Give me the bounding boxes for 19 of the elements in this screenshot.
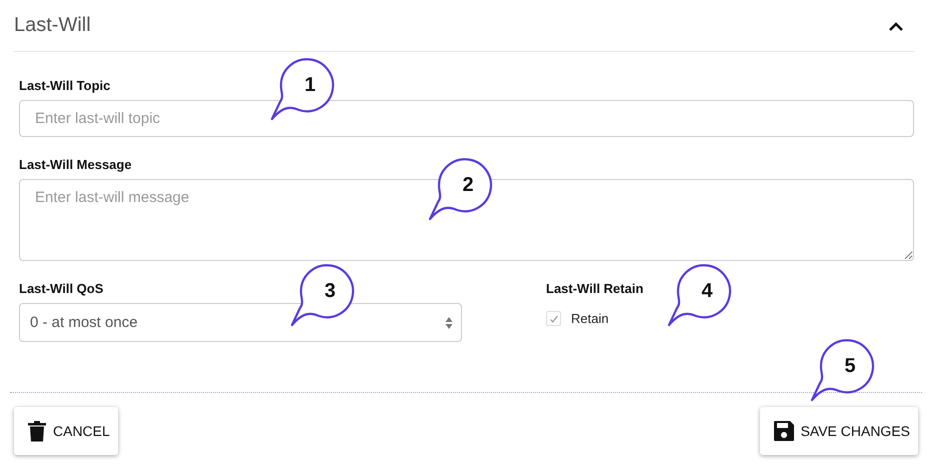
callout-bubble: 3	[290, 263, 354, 329]
callout-bubble: 4	[667, 263, 731, 329]
checkmark-icon	[548, 314, 558, 324]
updown-arrows-icon	[445, 316, 453, 330]
cancel-button[interactable]: CANCEL	[14, 407, 118, 455]
callout-bubble: 2	[428, 157, 492, 223]
callout-bubble: 1	[270, 57, 334, 123]
field-label: Last-Will QoS	[19, 281, 104, 297]
trash-icon	[27, 420, 47, 442]
qos-select[interactable]: 0 - at most once	[19, 303, 462, 342]
field-label: Last-Will Message	[19, 157, 132, 173]
callout-bubble: 5	[810, 338, 874, 404]
checkbox-label: Retain	[571, 311, 609, 326]
panel-title: Last-Will	[14, 14, 91, 37]
field-label: Last-Will Retain	[546, 281, 644, 297]
field-label: Last-Will Topic	[19, 78, 110, 94]
chevron-up-icon[interactable]	[888, 20, 904, 32]
save-button[interactable]: SAVE CHANGES	[760, 407, 918, 455]
retain-checkbox[interactable]	[546, 311, 561, 326]
